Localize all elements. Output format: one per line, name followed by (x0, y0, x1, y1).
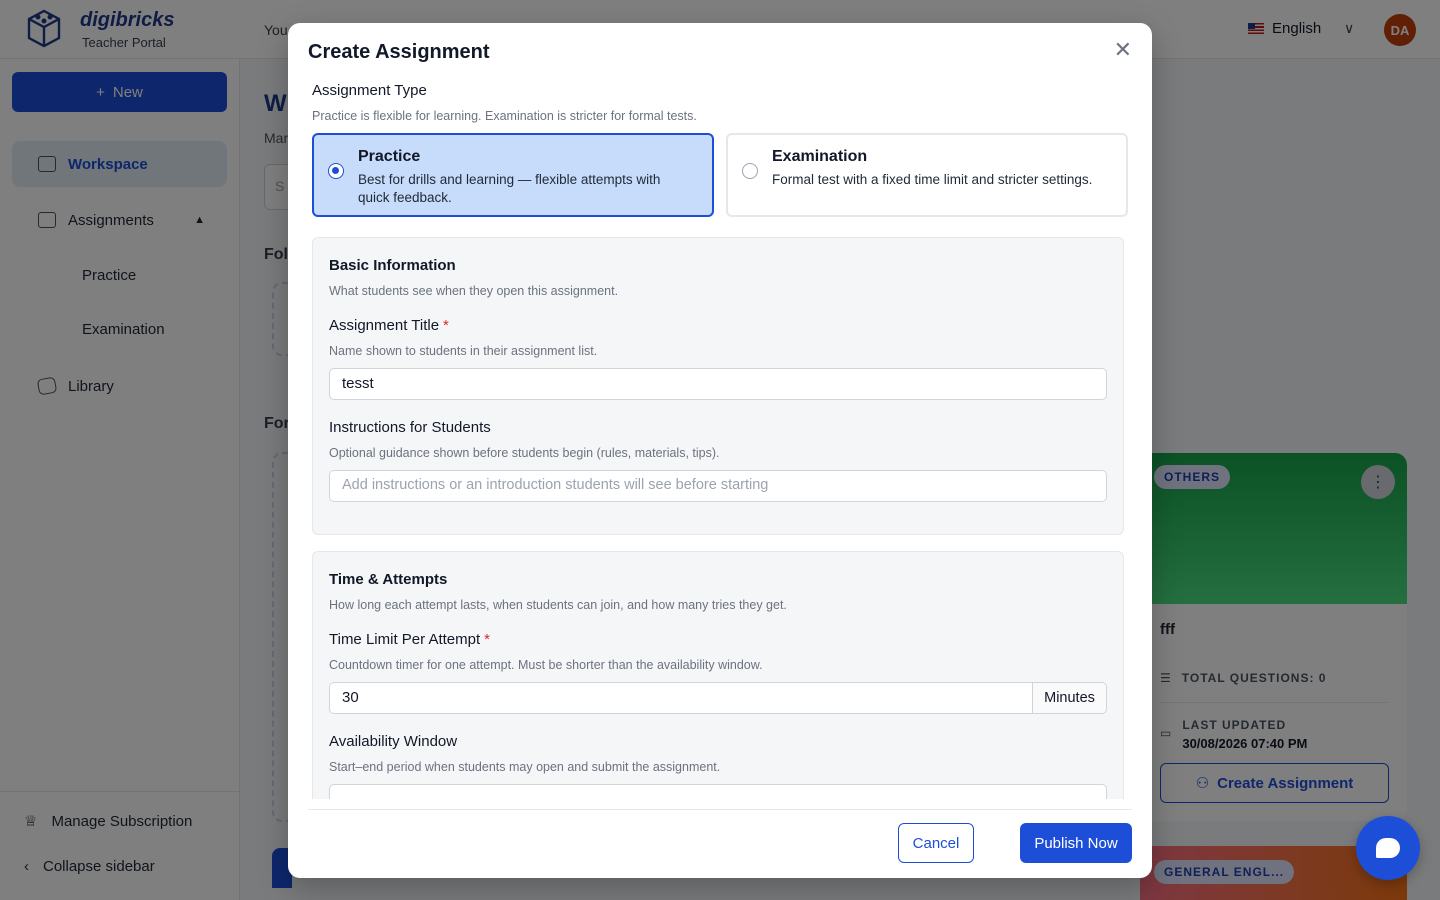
availability-window-input[interactable] (329, 784, 1107, 799)
time-attempts-section: Time & Attempts How long each attempt la… (312, 551, 1124, 799)
dialog-title: Create Assignment (308, 41, 490, 63)
examination-radio[interactable] (742, 163, 758, 179)
required-marker: * (443, 317, 449, 334)
type-option-name: Examination (772, 148, 868, 165)
instructions-label: Instructions for Students (329, 419, 491, 436)
chat-button[interactable] (1356, 816, 1420, 880)
time-limit-input[interactable]: 30 Minutes (329, 682, 1107, 714)
assignment-title-label: Assignment Title * (329, 317, 449, 334)
availability-window-help: Start–end period when students may open … (329, 760, 721, 774)
chat-icon (1376, 838, 1400, 858)
type-option-practice[interactable]: Practice Best for drills and learning — … (312, 133, 714, 217)
type-option-desc: Best for drills and learning — flexible … (358, 172, 661, 205)
practice-radio[interactable] (328, 163, 344, 179)
instructions-input[interactable]: Add instructions or an introduction stud… (329, 470, 1107, 502)
assignment-title-input[interactable]: tesst (329, 368, 1107, 400)
time-limit-value: 30 (342, 689, 359, 706)
dialog-body[interactable]: Assignment Type Practice is flexible for… (288, 79, 1152, 799)
dialog-footer: Cancel Publish Now (308, 809, 1132, 878)
type-option-name: Practice (358, 148, 421, 165)
section-help: How long each attempt lasts, when studen… (329, 598, 787, 612)
section-title: Time & Attempts (329, 571, 448, 588)
time-limit-help: Countdown timer for one attempt. Must be… (329, 658, 763, 672)
section-help: What students see when they open this as… (329, 284, 619, 298)
cancel-button[interactable]: Cancel (898, 823, 974, 863)
type-option-examination[interactable]: Examination Formal test with a fixed tim… (726, 133, 1128, 217)
time-unit-addon: Minutes (1032, 683, 1106, 713)
basic-information-section: Basic Information What students see when… (312, 237, 1124, 535)
availability-window-label: Availability Window (329, 733, 458, 750)
required-marker: * (484, 631, 490, 648)
create-assignment-dialog: Create Assignment ✕ Assignment Type Prac… (288, 23, 1152, 878)
assignment-type-help: Practice is flexible for learning. Exami… (312, 109, 697, 123)
time-limit-label: Time Limit Per Attempt * (329, 631, 490, 648)
close-icon[interactable]: ✕ (1114, 39, 1132, 61)
section-title: Basic Information (329, 257, 456, 274)
time-limit-label-text: Time Limit Per Attempt (329, 631, 481, 648)
assignment-title-label-text: Assignment Title (329, 317, 440, 334)
publish-now-button[interactable]: Publish Now (1020, 823, 1132, 863)
assignment-type-label: Assignment Type (312, 82, 427, 99)
type-option-desc: Formal test with a fixed time limit and … (772, 172, 1093, 187)
instructions-help: Optional guidance shown before students … (329, 446, 720, 460)
assignment-title-help: Name shown to students in their assignme… (329, 344, 598, 358)
